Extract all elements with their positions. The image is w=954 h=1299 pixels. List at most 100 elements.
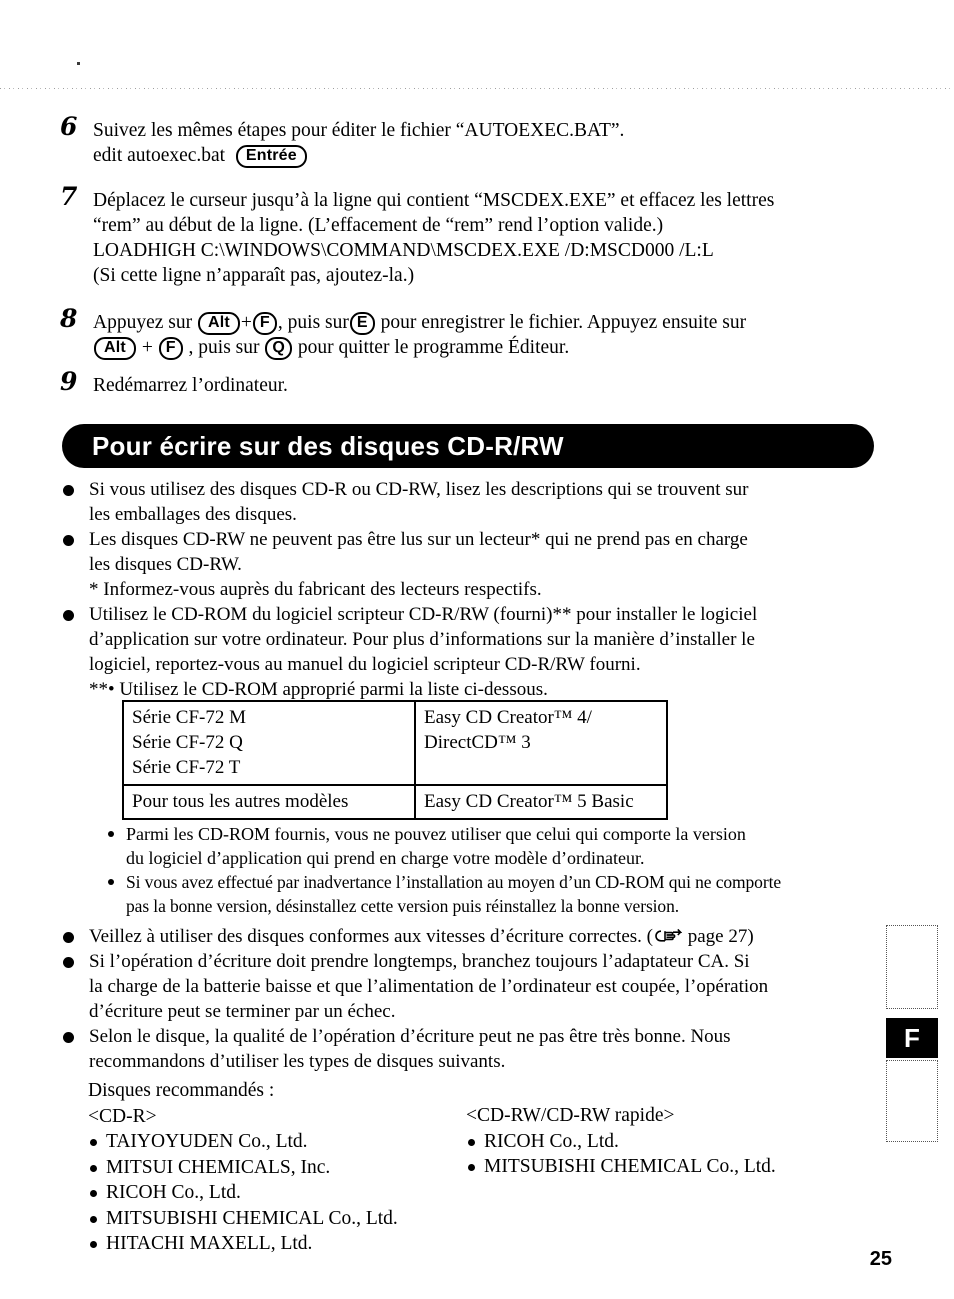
sub-bullet-line: Si vous avez effectué par inadvertance l… (126, 872, 781, 892)
key-f[interactable]: F (158, 337, 183, 360)
step-body: Déplacez le curseur jusqu’à la ligne qui… (93, 188, 890, 288)
step-line: Redémarrez l’ordinateur. (93, 375, 288, 396)
table-cell-line: Série CF-72 T (132, 757, 241, 778)
scan-artifact-dot (77, 62, 80, 65)
bullet-dot-icon (468, 1138, 475, 1146)
bullet-line: Si l’opération d’écriture doit prendre l… (89, 951, 750, 972)
table-cell-line: Easy CD Creator™ 5 Basic (424, 791, 634, 812)
cd-r-label: <CD-R> (88, 1105, 157, 1127)
list-item: Les disques CD-RW ne peuvent pas être lu… (60, 527, 892, 577)
bullet-line: les disques CD-RW. (89, 554, 242, 575)
key-entree[interactable]: Entrée (235, 145, 307, 168)
bullet-line: logiciel, reportez-vous au manuel du log… (89, 654, 641, 675)
bullet-line: Utilisez le CD-ROM du logiciel scripteur… (89, 604, 758, 625)
bullet-dot-icon (63, 957, 74, 968)
cdrom-model-table: Série CF-72 M Série CF-72 Q Série CF-72 … (122, 700, 668, 820)
brand-name: MITSUBISHI CHEMICAL Co., Ltd. (484, 1156, 776, 1177)
bullet-line: d’écriture peut se terminer par un échec… (89, 1001, 396, 1022)
key-q[interactable]: Q (265, 337, 293, 360)
section-banner: Pour écrire sur des disques CD-R/RW (62, 424, 874, 468)
table-cell-line: DirectCD™ 3 (424, 732, 531, 753)
brand-name: HITACHI MAXELL, Ltd. (106, 1233, 313, 1254)
sub-bullet-line: pas la bonne version, désinstallez cette… (126, 896, 679, 916)
list-item: HITACHI MAXELL, Ltd. (88, 1231, 398, 1257)
document-page: 6 Suivez les mêmes étapes pour éditer le… (0, 0, 954, 1299)
table-row: Pour tous les autres modèles Easy CD Cre… (122, 784, 668, 820)
step-line: Suivez les mêmes étapes pour éditer le f… (93, 120, 625, 141)
table-cell-software: Easy CD Creator™ 4/ DirectCD™ 3 (414, 700, 668, 786)
list-item: Utilisez le CD-ROM du logiciel scripteur… (60, 602, 892, 677)
bullet-line: Les disques CD-RW ne peuvent pas être lu… (89, 529, 748, 550)
bullet-dot-icon (63, 535, 74, 546)
key-e[interactable]: E (349, 312, 375, 335)
table-row: Série CF-72 M Série CF-72 Q Série CF-72 … (122, 700, 668, 786)
step-number: 6 (60, 112, 78, 141)
bullet-dot-icon (90, 1241, 97, 1248)
text-fragment: pour enregistrer le fichier. Appuyez ens… (375, 312, 747, 333)
sub-bullet-line: du logiciel d’application qui prend en c… (126, 848, 645, 868)
footnote-drive: * Informez-vous auprès du fabricant des … (89, 579, 542, 600)
recommended-heading: Disques recommandés : (88, 1080, 275, 1101)
step-body: Appuyez sur Alt + F, puis sur E pour enregi… (93, 310, 890, 360)
bullet-line: Veillez à utiliser des disques conformes… (89, 924, 892, 949)
page-reference[interactable]: page 27) (683, 926, 754, 947)
key-alt[interactable]: Alt (197, 312, 240, 335)
page-number: 25 (869, 1248, 892, 1270)
text-fragment: Appuyez sur (93, 312, 197, 333)
thumb-index-box-upper (886, 925, 938, 1009)
key-f[interactable]: F (252, 312, 277, 335)
key-alt[interactable]: Alt (94, 337, 136, 360)
sub-bullet-list: Parmi les CD-ROM fournis, vous ne pouvez… (100, 822, 892, 918)
sub-bullet-line: Parmi les CD-ROM fournis, vous ne pouvez… (126, 824, 746, 844)
bullet-dot-icon (108, 831, 114, 837)
step-body: Redémarrez l’ordinateur. (93, 373, 890, 398)
bullet-line: les emballages des disques. (89, 504, 297, 525)
bullet-dot-icon (63, 485, 74, 496)
list-item: RICOH Co., Ltd. (466, 1129, 776, 1155)
bullet-dot-icon (90, 1164, 97, 1172)
step-6: 6 Suivez les mêmes étapes pour éditer le… (60, 114, 890, 168)
thumb-index-letter: F (886, 1018, 938, 1058)
step-9: 9 Redémarrez l’ordinateur. (60, 369, 890, 398)
step-8: 8 Appuyez sur Alt + F, puis sur E pour enre… (60, 306, 890, 360)
step-line: “rem” au début de la ligne. (L’effacemen… (93, 215, 664, 236)
bullet-dot-icon (108, 879, 114, 885)
bullet-dot-icon (63, 610, 74, 621)
bullet-dot-icon (90, 1139, 97, 1146)
step-body: Suivez les mêmes étapes pour éditer le f… (93, 118, 890, 168)
recommended-discs-left: Disques recommandés : <CD-R> TAIYOYUDEN … (88, 1078, 398, 1257)
bullet-line: la charge de la batterie baisse et que l… (89, 976, 769, 997)
brand-name: RICOH Co., Ltd. (484, 1130, 619, 1152)
text-fragment: + (240, 312, 252, 333)
bullet-dot-icon (63, 1032, 74, 1043)
table-cell-models: Série CF-72 M Série CF-72 Q Série CF-72 … (122, 700, 416, 786)
footnote-cdrom-list: **• Utilisez le CD-ROM approprié parmi l… (89, 679, 548, 700)
bullet-line: recommandons d’utiliser les types de dis… (89, 1051, 506, 1072)
section-title: Pour écrire sur des disques CD-R/RW (92, 431, 564, 461)
table-cell-models: Pour tous les autres modèles (122, 784, 416, 820)
table-cell-software: Easy CD Creator™ 5 Basic (414, 784, 668, 820)
list-item: MITSUBISHI CHEMICAL Co., Ltd. (466, 1154, 776, 1180)
list-item: RICOH Co., Ltd. (88, 1180, 398, 1206)
bullet-dot-icon (90, 1215, 97, 1223)
brand-name: MITSUI CHEMICALS, Inc. (106, 1156, 331, 1178)
bullet-dot-icon (468, 1164, 475, 1171)
step-line: (Si cette ligne n’apparaît pas, ajoutez-… (93, 265, 415, 286)
step-number: 7 (60, 182, 78, 211)
step-number: 9 (60, 367, 78, 396)
step-line: edit autoexec.bat Entrée (93, 143, 890, 168)
bullet-dot-icon (63, 932, 74, 943)
bullet-list-bottom: Veillez à utiliser des disques conformes… (60, 924, 892, 1074)
step-7: 7 Déplacez le curseur jusqu’à la ligne q… (60, 184, 890, 288)
table-cell-line: Easy CD Creator™ 4/ (424, 707, 592, 728)
bullet-dot-icon (90, 1190, 97, 1197)
table-cell-line: Série CF-72 Q (132, 732, 243, 753)
scan-artifact-rule (0, 88, 954, 89)
step-line: Alt + F , puis sur Q pour quitter le pro… (93, 335, 890, 360)
table-cell-line: Série CF-72 M (132, 707, 246, 728)
step-number: 8 (60, 304, 78, 333)
cd-rw-label: <CD-RW/CD-RW rapide> (466, 1105, 675, 1126)
bullet-line: d’application sur votre ordinateur. Pour… (89, 629, 755, 650)
list-item: MITSUBISHI CHEMICAL Co., Ltd. (88, 1206, 398, 1232)
list-item: TAIYOYUDEN Co., Ltd. (88, 1129, 398, 1155)
